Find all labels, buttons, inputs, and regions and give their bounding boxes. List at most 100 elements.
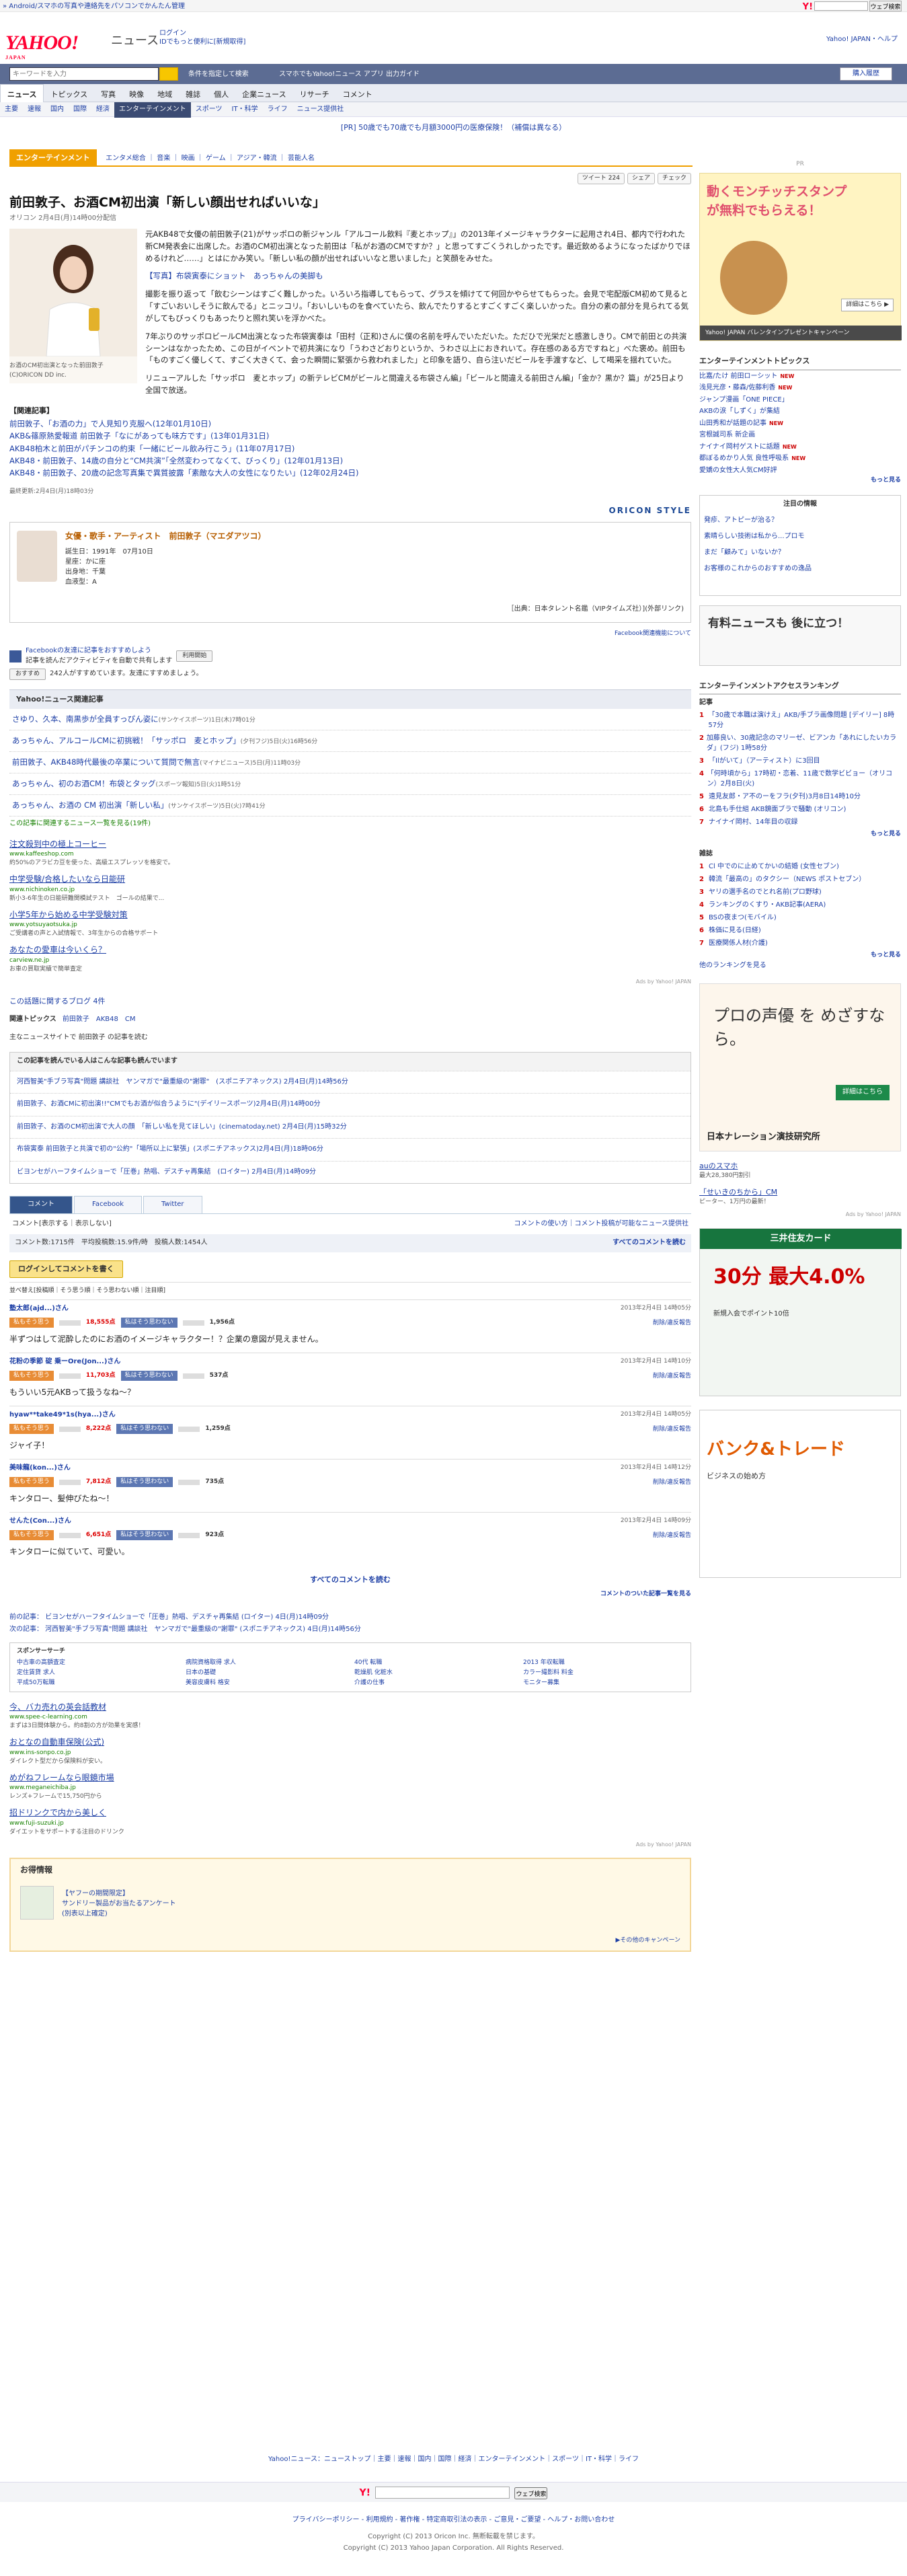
agree-button[interactable]: 私もそう思う: [9, 1530, 54, 1541]
attention-item[interactable]: まだ「顧みて」いないか？: [704, 548, 896, 558]
report-link[interactable]: 削除/違反報告: [653, 1319, 691, 1328]
footer-search-button[interactable]: ウェブ検索: [514, 2487, 548, 2499]
ranking-item[interactable]: 6 北島も手仕組 AKB鏡面ブラで騒動 (オリコン): [699, 804, 901, 815]
footer-search-input[interactable]: [375, 2487, 510, 2499]
ad-title[interactable]: あなたの愛車は今いくら？: [9, 944, 691, 956]
sponsor-link[interactable]: 日本の基礎: [186, 1669, 346, 1677]
footer-links[interactable]: Yahoo!ニュース：ニューストップ｜主要｜速報｜国内｜国際｜経済｜エンターテイ…: [0, 2455, 907, 2465]
attention-item[interactable]: お客様のこれからのおすすめの逸品: [704, 564, 896, 574]
ranking-item[interactable]: 4 「何時頃から」17時初・恋着、11歳で数学ビビョー（オリコン）2月8日(火): [699, 769, 901, 789]
footer-yahoo-logo[interactable]: Y!: [360, 2488, 371, 2499]
topic-item[interactable]: 愛嬌の女性大人気CM好評: [699, 465, 901, 477]
disagree-button[interactable]: 私はそう思わない: [116, 1530, 173, 1541]
login-link[interactable]: ログイン: [159, 30, 186, 37]
sort-options[interactable]: 並べ替え[投稿順｜そう思う順｜そう思わない順｜注目順]: [9, 1281, 691, 1299]
sponsor-link[interactable]: モニター募集: [523, 1679, 684, 1688]
read-all-comments-link[interactable]: すべてのコメントを読む: [9, 1575, 691, 1585]
disagree-button[interactable]: 私はそう思わない: [116, 1477, 173, 1488]
topic-link[interactable]: AKB48: [96, 1016, 118, 1023]
voice-actor-banner[interactable]: プロの声優 を めざすなら。 詳細はこちら 日本ナレーション演技研究所: [699, 983, 901, 1152]
credit-card-banner[interactable]: 三井住友カード 30分 最大4.0% 新規入会でポイント10倍: [699, 1227, 902, 1396]
tweet-button[interactable]: ツイート 224: [577, 173, 625, 185]
gnav-video[interactable]: 映像: [122, 85, 151, 100]
ad-title[interactable]: 招ドリンクで内から美しく: [9, 1807, 691, 1819]
readers-item[interactable]: 前田敦子、お酒のCM初出演で大人の顔 「新しい私を見てほしい」(cinemato…: [10, 1115, 691, 1139]
topic-item[interactable]: 宮根誠司系 新企画: [699, 429, 901, 441]
ad-title[interactable]: 小学5年から始める中学受験対策: [9, 909, 691, 921]
ranking-item[interactable]: 3 ヤリの選手名のでとれ名前(プロ野球): [699, 887, 901, 897]
deal-image[interactable]: [20, 1886, 54, 1920]
ranking-item[interactable]: 3 「Ilがいて」（アーティスト）に3回目: [699, 756, 901, 766]
comment-user[interactable]: 美味龍(kon...)さん: [9, 1464, 691, 1474]
search-input[interactable]: [9, 67, 159, 81]
sponsor-link[interactable]: 乾燥肌 化粧水: [354, 1669, 515, 1677]
search-button[interactable]: [159, 67, 178, 81]
category-subs[interactable]: エンタメ総合 ｜ 音楽 ｜ 映画 ｜ ゲーム ｜ アジア・韓流 ｜ 芸能人名: [99, 154, 315, 164]
login-comment-button[interactable]: ログインしてコメントを書く: [9, 1260, 123, 1278]
deal-link[interactable]: 【ヤフーの期間限定】: [62, 1889, 176, 1899]
profile-name[interactable]: 女優・歌手・アーティスト 前田敦子（マエダアツコ）: [65, 531, 266, 542]
ranking-item[interactable]: 1 「30歳で本職は演けえ」AKB/手ブラ画像問題 [デイリー] 8時57分: [699, 710, 901, 730]
stamp-banner[interactable]: 動くモンチッチスタンプ が無料でもらえる！ 詳細はこちら ▶ Yahoo! JA…: [699, 173, 902, 342]
gnav-research[interactable]: リサーチ: [293, 85, 336, 100]
ad-title[interactable]: 注文殺到中の極上コーヒー: [9, 839, 691, 850]
comment-user[interactable]: 花粉の季節 碇 乗ーOre(Jon...)さん: [9, 1357, 691, 1367]
subnav-economy[interactable]: 経済: [91, 102, 114, 118]
related-news-more-link[interactable]: この記事に関連するニュース一覧を見る(19件): [9, 819, 691, 829]
login-sub[interactable]: IDでもっと便利に[新規取得]: [159, 38, 245, 46]
utility-search-button[interactable]: ウェブ検索: [869, 1, 902, 11]
gnav-company[interactable]: 企業ニュース: [235, 85, 292, 100]
premium-news-banner[interactable]: 有料ニュースも 後に立つ！: [699, 605, 901, 666]
subnav-providers[interactable]: ニュース提供社: [292, 102, 349, 118]
agree-button[interactable]: 私もそう思う: [9, 1318, 54, 1328]
mobile-links[interactable]: スマホでもYahoo!ニュース アプリ 出力ガイド: [279, 70, 420, 80]
ranking-item[interactable]: 5 遠見友郎・ア不のーをフラ(夕刊)3月8日14時10分: [699, 792, 901, 802]
banner-detail-button[interactable]: 詳細はこちら: [836, 1085, 890, 1100]
ads-by[interactable]: Ads by Yahoo! JAPAN: [9, 1841, 691, 1849]
blog-link[interactable]: この話題に関するブログ 4件: [9, 996, 691, 1007]
sponsor-link[interactable]: 定住賃貸 求人: [17, 1669, 178, 1677]
fb-start-button[interactable]: 利用開始: [176, 650, 213, 662]
related-news-item[interactable]: 前田敦子、AKB48時代最後の卒業について質問で無言(マイナビニュース)5日(月…: [9, 752, 691, 774]
gnav-photo[interactable]: 写真: [94, 85, 122, 100]
readers-item[interactable]: ビヨンセがハーフタイムショーで「圧巻」熱唱、デスチャ再集結 (ロイター) 2月4…: [10, 1160, 691, 1184]
related-link[interactable]: AKB&篠原熱愛報道 前田敦子「なにがあっても味方です」(13年01月31日): [9, 430, 691, 442]
author-link[interactable]: 主なニュースサイトで 前田敦子 の記事を読む: [9, 1033, 691, 1043]
article-photo[interactable]: お酒のCM初出演となった前田敦子 (C)ORICON DD inc.: [9, 229, 137, 384]
attention-item[interactable]: 素晴らしい技術は私から...プロモ: [704, 532, 896, 541]
gnav-news[interactable]: ニュース: [0, 84, 44, 102]
subnav-sports[interactable]: スポーツ: [191, 102, 227, 118]
gnav-local[interactable]: 地域: [151, 85, 179, 100]
fb-recommend-link[interactable]: Facebookの友達に記事をおすすめしよう: [26, 646, 172, 656]
ranking-item[interactable]: 6 株価に見る(日経): [699, 925, 901, 936]
yahoo-logo[interactable]: YAHOO! JAPAN: [5, 28, 79, 61]
readers-item[interactable]: 河西智美"手ブラ写真"問題 講談社 ヤンマガで"最重級の"謝罪" (スポニチアネ…: [10, 1070, 691, 1094]
related-link[interactable]: AKB48柏木と前田がパチンコの約束「一緒にビール飲み行こう」(11年07月17…: [9, 443, 691, 455]
subnav-world[interactable]: 国際: [69, 102, 91, 118]
utility-search-input[interactable]: [814, 1, 868, 11]
sponsor-link[interactable]: 介護の仕事: [354, 1679, 515, 1688]
attention-item[interactable]: 発疹、アトピーが治る？: [704, 516, 896, 525]
topic-link[interactable]: CM: [125, 1016, 136, 1023]
ad-title[interactable]: 中学受験/合格したいなら日能研: [9, 874, 691, 885]
tab-comment[interactable]: コメント: [9, 1196, 73, 1213]
tab-facebook[interactable]: Facebook: [74, 1196, 142, 1213]
related-link[interactable]: AKB48・前田敦子、14歳の自分と“CM共演”「全然変わってなくて、びっくり」…: [9, 455, 691, 467]
ranking-item[interactable]: 2 韓流「最高の」のタクシー（NEWS ポストセブン）: [699, 874, 901, 884]
subnav-entertainment[interactable]: エンターテインメント: [114, 102, 191, 118]
disagree-button[interactable]: 私はそう思わない: [116, 1424, 173, 1435]
gnav-comment[interactable]: コメント: [336, 85, 379, 100]
report-link[interactable]: 削除/違反報告: [653, 1478, 691, 1487]
topic-item[interactable]: ジャンプ漫画「ONE PIECE」: [699, 394, 901, 406]
sponsor-link[interactable]: 40代 転職: [354, 1659, 515, 1667]
purchase-history-button[interactable]: 購入履歴: [840, 67, 892, 81]
ads-by[interactable]: Ads by Yahoo! JAPAN: [699, 1211, 901, 1219]
comment-user[interactable]: hyaw**take49*1s(hya...)さん: [9, 1410, 691, 1420]
ranking-item[interactable]: 2 加藤良い、30歳記念のマリーゼ、ビアンカ「あれにしたいカラダ」(フジ) 1時5…: [699, 733, 901, 753]
topic-item[interactable]: 都ぼるめかり人気 良性呼吸系 NEW: [699, 453, 901, 465]
readers-item[interactable]: 前田敦子、お酒CMに初出演!!"CMでもお酒が似合うように"(デイリースポーツ)…: [10, 1093, 691, 1116]
agree-button[interactable]: 私もそう思う: [9, 1371, 54, 1381]
sponsor-link[interactable]: 中古車の高額査定: [17, 1659, 178, 1667]
sponsor-link[interactable]: カラー撮影料 料金: [523, 1669, 684, 1677]
comment-toggle[interactable]: コメント[表示する｜表示しない]: [12, 1219, 112, 1229]
